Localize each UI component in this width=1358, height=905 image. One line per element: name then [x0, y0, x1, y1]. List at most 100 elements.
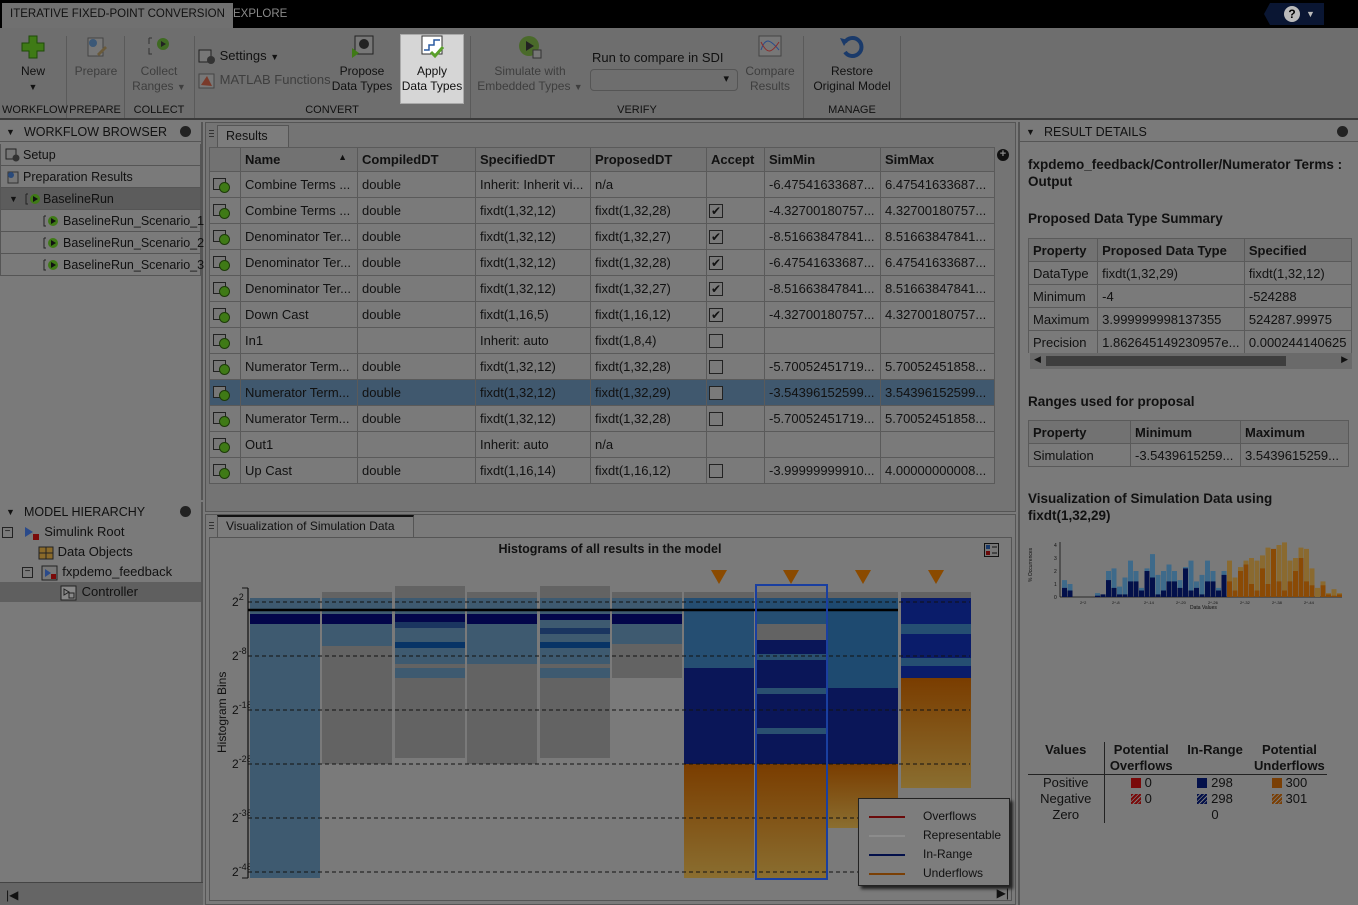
table-row[interactable]: Numerator Term... double fixdt(1,32,12) fix… — [209, 353, 995, 380]
collapse-icon[interactable]: ▼ — [1026, 122, 1035, 142]
tree-item-fxpdemo-feedback[interactable]: − fxpdemo_feedback — [22, 562, 172, 582]
table-row[interactable]: Numerator Term... double fixdt(1,32,12) fix… — [209, 405, 995, 432]
workflow-item-preparation-results[interactable]: Preparation Results — [0, 166, 201, 188]
table-row: DataType fixdt(1,32,29) fixdt(1,32,12) — [1028, 261, 1352, 285]
workflow-item-scenario-1[interactable]: BaselineRun_Scenario_1 — [0, 210, 204, 232]
cell-simmax: 6.47541633687... — [880, 249, 995, 276]
cell-compiled: double — [357, 275, 476, 302]
histogram-bar-segment — [540, 614, 610, 620]
cell-name: Combine Terms ... — [240, 197, 358, 224]
accept-checkbox[interactable]: ✔ — [709, 204, 723, 219]
data-objects-icon — [38, 546, 54, 560]
workflow-browser-header: ▼ WORKFLOW BROWSER — [0, 122, 201, 142]
new-button[interactable]: New ▼ — [10, 34, 56, 95]
scroll-first-icon[interactable]: |◀ — [6, 888, 18, 902]
tree-item-data-objects[interactable]: Data Objects — [38, 542, 133, 562]
mini-hist-bar-positive — [1155, 594, 1161, 597]
collapse-node-icon[interactable]: − — [2, 527, 13, 539]
cell-specified: fixdt(1,16,5) — [475, 301, 591, 328]
column-header-specifieddt[interactable]: SpecifiedDT — [475, 147, 591, 172]
plus-icon — [21, 35, 45, 59]
mini-hist-bar-positive — [1249, 584, 1254, 597]
propose-data-types-button[interactable]: Propose Data Types — [330, 34, 394, 94]
help-button[interactable]: ? ▼ — [1264, 3, 1324, 25]
workflow-item-baselinerun[interactable]: ▼ BaselineRun — [0, 188, 201, 210]
tree-item-controller[interactable]: Controller — [60, 582, 138, 602]
table-row[interactable]: Denominator Ter... double fixdt(1,32,12) fi… — [209, 249, 995, 276]
collapse-node-icon[interactable]: − — [22, 567, 33, 579]
table-row[interactable]: Combine Terms ... double Inherit: Inherit … — [209, 171, 995, 198]
table-row[interactable]: Combine Terms ... double fixdt(1,32,12) fix… — [209, 197, 995, 224]
column-header-simmax[interactable]: SimMax — [880, 147, 995, 172]
mini-hist-bar-negative — [1155, 574, 1161, 597]
run-to-compare-dropdown[interactable] — [590, 69, 738, 91]
settings-icon — [198, 49, 215, 64]
restore-original-model-button[interactable]: Restore Original Model — [808, 34, 896, 94]
add-column-icon[interactable]: + — [997, 149, 1009, 161]
tab-results[interactable]: Results — [217, 125, 289, 147]
accept-checkbox[interactable] — [709, 334, 723, 349]
matlab-functions-button[interactable]: MATLAB Functions — [198, 72, 331, 89]
histogram-bar-segment — [395, 586, 465, 598]
accept-checkbox[interactable] — [709, 386, 723, 401]
scrollbar-thumb[interactable] — [1046, 356, 1286, 366]
workflow-item-scenario-3[interactable]: BaselineRun_Scenario_3 — [0, 254, 204, 276]
expand-arrow-icon[interactable]: ▼ — [9, 188, 18, 210]
panel-options-icon[interactable] — [1337, 126, 1348, 137]
cell-status — [209, 197, 241, 224]
tab-explore[interactable]: EXPLORE — [225, 3, 295, 28]
tree-item-simulink-root[interactable]: − Simulink Root — [2, 522, 124, 542]
panel-options-icon[interactable] — [180, 506, 191, 517]
table-row[interactable]: Numerator Term... double fixdt(1,32,12) fix… — [209, 379, 995, 406]
accept-checkbox[interactable] — [709, 412, 723, 427]
settings-button[interactable]: Settings ▼ — [198, 48, 279, 65]
table-row[interactable]: Down Cast double fixdt(1,16,5) fixdt(1,16,1… — [209, 301, 995, 328]
column-header-accept[interactable]: Accept — [706, 147, 765, 172]
tab-visualization[interactable]: Visualization of Simulation Data — [217, 515, 414, 537]
drag-grip-icon[interactable] — [209, 130, 214, 139]
drag-grip-icon[interactable] — [209, 522, 214, 531]
column-header-simmin[interactable]: SimMin — [764, 147, 881, 172]
cell-simmin: -6.47541633687... — [764, 249, 881, 276]
cell-specified: fixdt(1,32,12) — [475, 275, 591, 302]
column-header-proposeddt[interactable]: ProposedDT — [590, 147, 707, 172]
cell-status — [209, 171, 241, 198]
accept-checkbox[interactable]: ✔ — [709, 282, 723, 297]
collapse-icon[interactable]: ▼ — [6, 502, 15, 522]
table-row: Minimum -4 -524288 — [1028, 284, 1352, 308]
apply-data-types-button[interactable]: Apply Data Types — [400, 34, 464, 94]
y-tick-label: 1 — [1054, 582, 1057, 588]
table-row[interactable]: Up Cast double fixdt(1,16,14) fixdt(1,16,12… — [209, 457, 995, 484]
scroll-right-icon[interactable]: ▶ — [1341, 354, 1348, 365]
y-tick-label: 0 — [1054, 595, 1057, 601]
viz-heading: Visualization of Simulation Data using fi… — [1028, 491, 1273, 523]
table-row[interactable]: Out1 Inherit: auto n/a — [209, 431, 995, 458]
collapse-icon[interactable]: ▼ — [6, 122, 15, 142]
scroll-left-icon[interactable]: ◀ — [1034, 354, 1041, 365]
collect-ranges-button[interactable]: Collect Ranges ▼ — [128, 34, 190, 95]
table-row[interactable]: In1 Inherit: auto fixdt(1,8,4) — [209, 327, 995, 354]
table-row[interactable]: Denominator Ter... double fixdt(1,32,12) fi… — [209, 275, 995, 302]
cell-proposed: fixdt(1,8,4) — [590, 327, 707, 354]
workflow-item-scenario-2[interactable]: BaselineRun_Scenario_2 — [0, 232, 204, 254]
accept-checkbox[interactable]: ✔ — [709, 308, 723, 323]
scroll-last-icon[interactable]: ▶| — [997, 886, 1009, 900]
workflow-item-setup[interactable]: Setup — [0, 144, 201, 166]
prepare-button[interactable]: Prepare — [72, 34, 120, 79]
accept-checkbox[interactable] — [709, 360, 723, 375]
table-row[interactable]: Denominator Ter... double fixdt(1,32,12) fi… — [209, 223, 995, 250]
separator — [194, 36, 195, 118]
histogram-bar-segment — [322, 646, 392, 764]
horizontal-scrollbar[interactable]: ◀ ▶ — [1030, 353, 1352, 369]
simulate-embedded-types-button[interactable]: Simulate with Embedded Types ▼ — [474, 34, 586, 95]
column-header-name[interactable]: Name ▲ — [240, 147, 358, 172]
accept-checkbox[interactable]: ✔ — [709, 230, 723, 245]
column-header-compileddt[interactable]: CompiledDT — [357, 147, 476, 172]
accept-checkbox[interactable]: ✔ — [709, 256, 723, 271]
compare-results-button[interactable]: Compare Results — [742, 34, 798, 94]
mini-hist-bar-positive — [1161, 590, 1166, 597]
panel-options-icon[interactable] — [180, 126, 191, 137]
accept-checkbox[interactable] — [709, 464, 723, 479]
mini-hist-bar-positive — [1276, 581, 1282, 597]
tab-iterative-fixed-point-conversion[interactable]: ITERATIVE FIXED-POINT CONVERSION — [2, 3, 233, 28]
